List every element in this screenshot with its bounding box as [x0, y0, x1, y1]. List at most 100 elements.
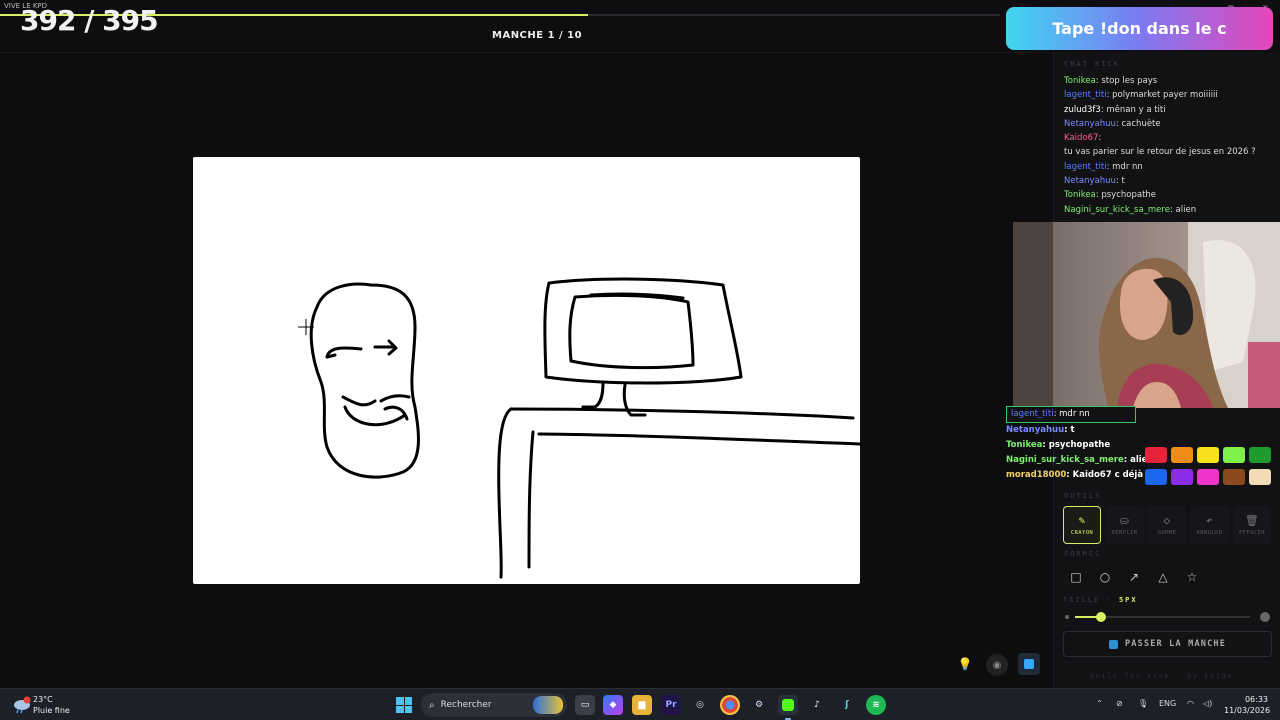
tray-expand-icon[interactable]: ⌃ [1096, 699, 1103, 708]
chat-username[interactable]: zulud3f3 [1064, 105, 1101, 115]
color-swatch[interactable] [1223, 469, 1245, 485]
copilot-icon[interactable]: ◆ [603, 695, 623, 715]
steam-icon[interactable]: ⚙ [749, 695, 769, 715]
hint-icon[interactable]: 💡 [954, 653, 976, 675]
brush-size-value: 5PX [1118, 596, 1138, 604]
chat-username[interactable]: Tonikea [1064, 76, 1096, 86]
tool-bar: ✎ CRAYON ⛀ REMPLIR ◇ GOMME ↶ ANNULER 🗑 EFFACER [1063, 506, 1273, 544]
file-explorer-icon[interactable]: ▆ [632, 695, 652, 715]
chat-message: Nagini_sur_kick_sa_mere: alien [1064, 204, 1197, 215]
ellipse-icon[interactable]: ○ [1093, 565, 1117, 589]
drawing-strokes [298, 277, 860, 579]
overlay-chat-text: t [1070, 425, 1075, 435]
brush-size-slider[interactable] [1065, 612, 1270, 622]
tool-crayon-button[interactable]: ✎ CRAYON [1063, 506, 1101, 544]
color-swatch[interactable] [1145, 469, 1167, 485]
taskbar-search[interactable]: ⌕ Rechercher [421, 693, 567, 717]
brush-size-label: TAILLE · 5PX [1063, 596, 1138, 604]
chat-text: tu vas parier sur le retour de jesus en … [1064, 147, 1256, 158]
chat-username[interactable]: Netanyahuu [1064, 119, 1116, 129]
task-view-icon[interactable]: ▭ [575, 695, 595, 715]
chat-username[interactable]: Netanyahuu [1064, 176, 1116, 186]
star-icon[interactable]: ☆ [1180, 565, 1204, 589]
tiktok-icon[interactable]: ♪ [807, 695, 827, 715]
chat-list: Tonikea: stop les pays lagent_titi: polym… [1064, 74, 1274, 217]
tool-remplir-button[interactable]: ⛀ REMPLIR [1105, 506, 1144, 544]
kick-icon[interactable] [778, 695, 798, 715]
rectangle-icon[interactable]: □ [1064, 565, 1088, 589]
eye-icon[interactable]: ◉ [986, 654, 1008, 676]
color-swatch[interactable] [1197, 447, 1219, 463]
color-swatch[interactable] [1223, 447, 1245, 463]
chat-text: alien [1175, 204, 1197, 215]
screen: VIVE LE KPD 392 / 395 MANCHE 1 / 10 ⧉ ✕ … [0, 0, 1280, 720]
chat-text: polymarket payer moiiiiii [1112, 90, 1218, 101]
overlay-chat-username: morad18000 [1006, 470, 1067, 480]
chat-username[interactable]: lagent_titi [1064, 90, 1107, 100]
pass-round-label: PASSER LA MANCHE [1124, 639, 1227, 649]
divider [0, 52, 1052, 53]
pencil-icon: ✎ [1078, 514, 1086, 527]
clock-date: 11/03/2026 [1224, 706, 1271, 715]
slider-min-icon [1065, 615, 1069, 619]
tool-label: EFFACER [1239, 530, 1265, 536]
undo-icon: ↶ [1205, 514, 1214, 527]
chat-message: Netanyahuu: t [1064, 176, 1125, 187]
overlay-chat-username: Netanyahuu [1006, 425, 1065, 435]
stream-icon[interactable] [1018, 653, 1040, 675]
language-indicator[interactable]: ENG [1159, 699, 1176, 708]
drawing-canvas[interactable] [193, 157, 860, 584]
chat-text: cachuète [1121, 118, 1161, 129]
color-swatch[interactable] [1249, 469, 1271, 485]
windows-start-icon[interactable] [396, 697, 412, 713]
color-swatch[interactable] [1249, 447, 1271, 463]
search-icon: ⌕ [429, 699, 435, 711]
tool-effacer-button[interactable]: 🗑 EFFACER [1233, 506, 1271, 544]
chat-username[interactable]: Kaido67 [1064, 133, 1098, 143]
color-swatch[interactable] [1197, 469, 1219, 485]
app-s-icon[interactable]: ʃ [837, 695, 857, 715]
tool-gomme-button[interactable]: ◇ GOMME [1148, 506, 1186, 544]
donation-banner: Tape !don dans le c [1006, 7, 1273, 50]
chat-username[interactable]: Tonikea [1064, 190, 1096, 200]
chat-message: lagent_titi: polymarket payer moiiiiii [1064, 90, 1218, 101]
color-swatch[interactable] [1145, 447, 1167, 463]
tools-section-label: OUTILS [1064, 492, 1102, 500]
weather-widget[interactable]: 23°C Pluie fine [12, 694, 70, 716]
chat-message: Tonikea: stop les pays [1064, 76, 1158, 86]
clock[interactable]: 06:33 11/03/2026 [1224, 694, 1271, 716]
tool-label: GOMME [1157, 530, 1177, 536]
tool-label: REMPLIR [1111, 530, 1138, 536]
spotify-icon[interactable]: ≋ [866, 695, 886, 715]
color-swatch[interactable] [1171, 447, 1193, 463]
chat-text: mdr nn [1112, 161, 1143, 172]
bucket-icon: ⛀ [1119, 514, 1130, 527]
chrome-icon[interactable] [720, 695, 740, 715]
triangle-icon[interactable]: △ [1151, 565, 1175, 589]
overlay-chat-message: Netanyahuu: t [1006, 425, 1075, 435]
webcam-feed [1013, 222, 1280, 408]
weather-condition: Pluie fine [33, 706, 70, 715]
chat-text: psychopathe [1101, 190, 1157, 201]
overlay-chat-text: psychopathe [1048, 440, 1111, 450]
chat-username[interactable]: lagent_titi [1064, 162, 1107, 172]
slider-handle[interactable] [1096, 612, 1107, 622]
network-off-icon[interactable]: ⊘ [1116, 699, 1123, 708]
premiere-pro-icon[interactable]: Pr [661, 695, 681, 715]
tool-annuler-button[interactable]: ↶ ANNULER [1190, 506, 1229, 544]
pass-round-button[interactable]: PASSER LA MANCHE [1063, 631, 1272, 657]
volume-icon[interactable]: ◁) [1203, 699, 1212, 708]
microphone-icon[interactable]: 🎙 [1138, 699, 1148, 708]
rain-cloud-icon [12, 695, 32, 715]
chat-text: stop les pays [1101, 76, 1158, 86]
brush-size-title: TAILLE [1063, 596, 1101, 604]
chat-username[interactable]: Nagini_sur_kick_sa_mere [1064, 205, 1170, 215]
github-icon[interactable]: ◎ [690, 695, 710, 715]
taskbar: 23°C Pluie fine ⌕ Rechercher ▭ ◆ ▆ Pr ◎ … [0, 688, 1280, 720]
arrow-icon[interactable]: ↗ [1122, 565, 1146, 589]
chat-message: zulud3f3: mênan y a titi [1064, 104, 1166, 115]
color-swatch[interactable] [1171, 469, 1193, 485]
wifi-icon[interactable]: ◠ [1187, 699, 1194, 708]
temperature: 23°C [33, 695, 53, 704]
overlay-chat-message: lagent_titi: mdr nn [1006, 406, 1136, 423]
